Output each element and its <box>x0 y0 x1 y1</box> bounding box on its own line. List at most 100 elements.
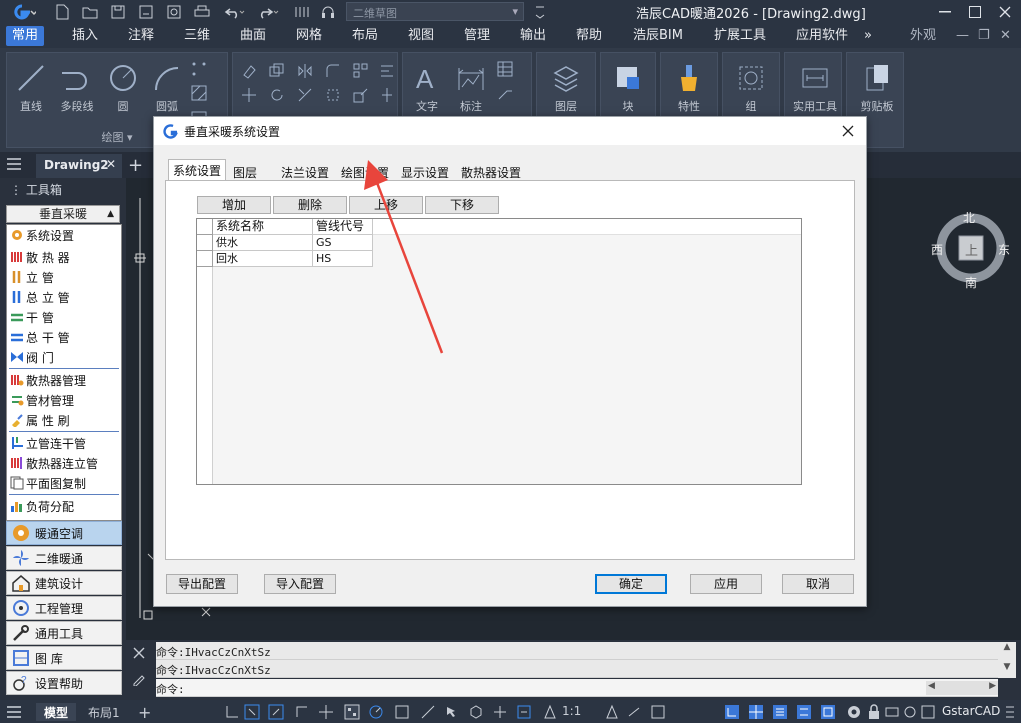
menu-tab-mesh[interactable]: 网格 <box>290 26 328 46</box>
workspace-dropdown[interactable]: 二维草图 ▾ <box>346 2 524 21</box>
view-compass[interactable]: 北 南 东 西 上 <box>930 206 1012 290</box>
3d-osnap-icon[interactable] <box>468 704 484 720</box>
row-selector[interactable] <box>197 235 213 251</box>
align-icon[interactable] <box>379 63 395 79</box>
tool-pipe-material[interactable]: 管材管理 <box>7 390 121 410</box>
ortho-toggle-icon[interactable] <box>724 704 740 720</box>
select-cycle-icon[interactable] <box>444 704 460 720</box>
tool-connect-radiator[interactable]: 散热器连立管 <box>7 453 121 473</box>
close-tab-icon[interactable]: ✕ <box>106 157 116 171</box>
compass-top-face[interactable]: 上 <box>965 240 978 259</box>
annotation-visibility-icon[interactable] <box>492 704 508 720</box>
export-config-button[interactable]: 导出配置 <box>166 574 238 594</box>
lock-icon[interactable] <box>866 704 882 720</box>
maximize-icon[interactable] <box>960 0 990 24</box>
fillet-icon[interactable] <box>325 63 341 79</box>
command-close-icon[interactable] <box>132 646 148 662</box>
doc-restore-icon[interactable]: ❐ <box>972 26 996 46</box>
import-config-button[interactable]: 导入配置 <box>264 574 336 594</box>
model-tab[interactable]: 模型 <box>36 703 77 721</box>
properties-button[interactable]: 特性 <box>667 59 711 114</box>
layer-button[interactable]: 图层 <box>544 59 588 114</box>
erase-icon[interactable] <box>241 63 257 79</box>
annotation-scale-value[interactable]: 1:1 <box>558 703 585 721</box>
divide-icon[interactable] <box>379 87 395 103</box>
category-project[interactable]: 工程管理 <box>6 596 122 620</box>
menu-tab-annotate[interactable]: 注释 <box>122 26 160 46</box>
lineweight-icon[interactable] <box>394 704 410 720</box>
layout1-tab[interactable]: 布局1 <box>80 703 128 721</box>
grid-cell-name[interactable]: 回水 <box>213 251 313 267</box>
menu-hamburger-icon[interactable] <box>6 157 22 173</box>
grid-icon[interactable] <box>268 704 284 720</box>
tool-main-riser[interactable]: 总 立 管 <box>7 287 121 307</box>
dimension-button[interactable]: 标注 <box>449 59 493 114</box>
utilities-button[interactable]: 实用工具 <box>791 59 839 114</box>
leader-icon[interactable] <box>497 85 513 101</box>
menu-tab-view[interactable]: 视图 <box>402 26 440 46</box>
doc-close-icon[interactable]: ✕ <box>994 26 1017 46</box>
status-menu-icon[interactable] <box>1004 704 1020 720</box>
dialog-close-icon[interactable] <box>838 121 858 141</box>
menu-tab-bim[interactable]: 浩辰BIM <box>627 26 689 46</box>
menu-tab-output[interactable]: 输出 <box>514 26 552 46</box>
print-icon[interactable] <box>192 2 212 22</box>
annotation-scale-icon[interactable] <box>542 704 558 720</box>
auto-scale-icon[interactable] <box>604 704 620 720</box>
save-as-icon[interactable] <box>136 2 156 22</box>
menu-tab-help[interactable]: 帮助 <box>570 26 608 46</box>
category-2d-hvac[interactable]: 二维暖通 <box>6 546 122 570</box>
tool-riser[interactable]: 立 管 <box>7 267 121 287</box>
minimize-icon[interactable] <box>930 0 960 24</box>
row-selector[interactable] <box>197 251 213 267</box>
toolbox-category-select[interactable]: 垂直采暖 ▲ <box>6 205 120 223</box>
settings-gear-icon[interactable] <box>846 704 862 720</box>
rotate-icon[interactable] <box>269 87 285 103</box>
dyn-input-icon[interactable] <box>420 704 436 720</box>
line-button[interactable]: 直线 <box>9 59 53 114</box>
hardware-accel-icon[interactable] <box>884 704 900 720</box>
layout-menu-icon[interactable] <box>6 705 22 719</box>
redo-icon[interactable] <box>256 2 282 22</box>
point-icon[interactable] <box>191 61 207 77</box>
table-icon[interactable] <box>497 61 513 77</box>
document-tab[interactable]: Drawing2 ✕ <box>36 154 122 178</box>
command-hscroll[interactable]: ◀ ▶ <box>926 681 998 695</box>
dialog-titlebar[interactable]: 垂直采暖系统设置 <box>154 117 866 145</box>
text-button[interactable]: A 文字 <box>405 59 449 114</box>
tab-layers[interactable]: 图层 <box>228 161 263 181</box>
category-help[interactable]: ? 设置帮助 <box>6 671 122 695</box>
circle-button[interactable]: 圆 <box>101 59 145 114</box>
open-folder-icon[interactable] <box>80 2 100 22</box>
category-tools[interactable]: 通用工具 <box>6 621 122 645</box>
tool-copy-plan[interactable]: 平面图复制 <box>7 473 121 493</box>
command-scrollbar[interactable]: ▲ ▼ <box>998 642 1016 678</box>
menu-tab-extensions[interactable]: 扩展工具 <box>708 26 772 46</box>
compass-north[interactable]: 北 <box>963 209 975 226</box>
tool-property-brush[interactable]: 属 性 刷 <box>7 410 121 430</box>
array-icon[interactable] <box>353 63 369 79</box>
tool-radiator[interactable]: 散 热 器 <box>7 247 121 267</box>
tool-pipe[interactable]: 干 管 <box>7 307 121 327</box>
app-logo-icon[interactable] <box>6 2 38 22</box>
menu-tab-3d[interactable]: 三维 <box>178 26 216 46</box>
stretch-icon[interactable] <box>325 87 341 103</box>
cancel-button[interactable]: 取消 <box>782 574 854 594</box>
compass-west[interactable]: 西 <box>931 241 943 258</box>
grid-header-name[interactable]: 系统名称 <box>213 219 313 235</box>
tool-main-pipe[interactable]: 总 干 管 <box>7 327 121 347</box>
properties-toggle-icon[interactable] <box>820 704 836 720</box>
ortho-icon[interactable] <box>294 704 310 720</box>
menu-more-icon[interactable]: » <box>858 26 878 46</box>
menu-tab-apps[interactable]: 应用软件 <box>790 26 854 46</box>
menu-tab-insert[interactable]: 插入 <box>66 26 104 46</box>
otrack-icon[interactable] <box>344 704 360 720</box>
tool-radiator-manage[interactable]: 散热器管理 <box>7 370 121 390</box>
tool-connect-riser-pipe[interactable]: 立管连干管 <box>7 433 121 453</box>
add-button[interactable]: 增加 <box>197 196 271 214</box>
category-library[interactable]: 图 库 <box>6 646 122 670</box>
clipboard-button[interactable]: 剪贴板 <box>853 59 901 114</box>
move-icon[interactable] <box>241 87 257 103</box>
plot-preview-icon[interactable] <box>164 2 184 22</box>
new-file-icon[interactable] <box>52 2 72 22</box>
